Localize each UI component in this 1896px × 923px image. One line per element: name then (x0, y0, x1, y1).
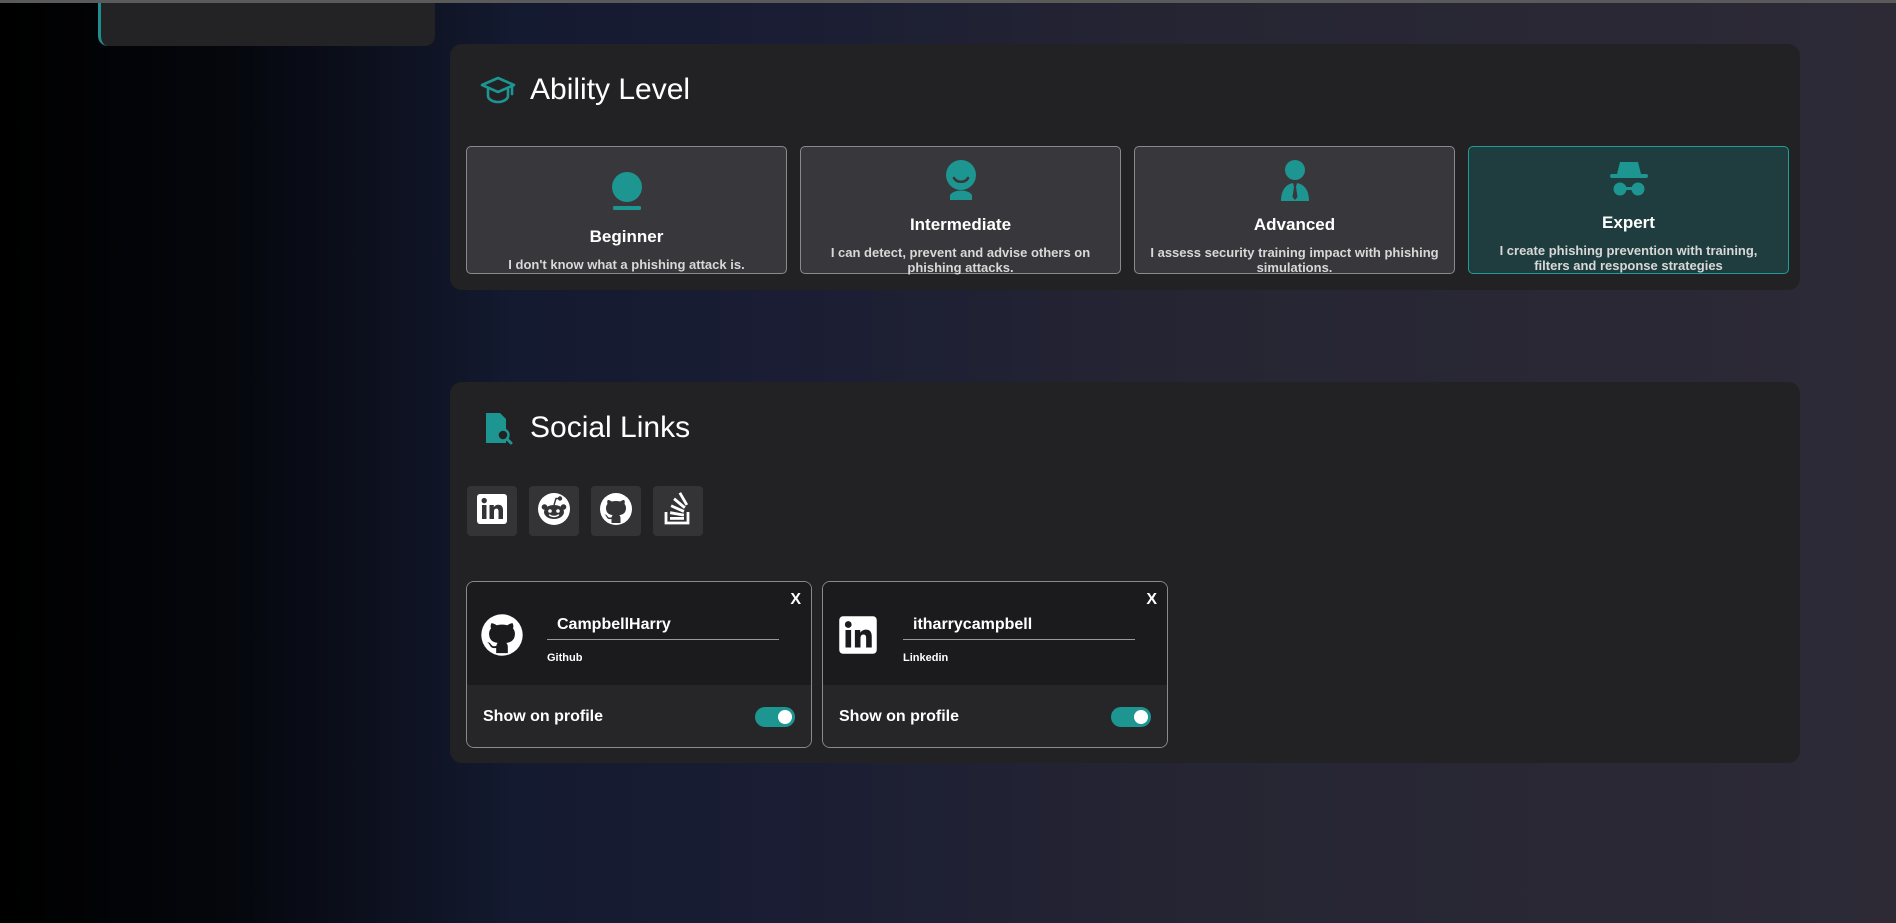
document-search-icon (480, 410, 516, 446)
show-on-profile-row: Show on profile (467, 685, 811, 747)
social-link-card-linkedin: X Linkedin Show on profile (822, 581, 1168, 748)
social-link-card-body: X Github (467, 582, 811, 685)
toggle-knob (1134, 710, 1148, 724)
show-on-profile-row: Show on profile (823, 685, 1167, 747)
user-tie-icon (1278, 159, 1312, 201)
spy-incognito-icon (1608, 159, 1650, 199)
toggle-knob (778, 710, 792, 724)
smiling-user-icon (944, 159, 978, 201)
add-reddit-button[interactable] (529, 486, 579, 536)
remove-link-button[interactable]: X (1146, 591, 1157, 609)
social-link-card-body: X Linkedin (823, 582, 1167, 685)
level-name: Beginner (589, 227, 664, 246)
level-name: Advanced (1253, 215, 1336, 234)
linkedin-icon (835, 612, 881, 658)
remove-link-button[interactable]: X (790, 591, 801, 609)
user-circle-icon (611, 159, 643, 211)
social-link-card-github: X Github Show on profile (466, 581, 812, 748)
ability-level-title: Ability Level (530, 73, 691, 106)
reddit-icon (537, 492, 571, 531)
github-icon (479, 612, 525, 658)
linkedin-icon (476, 493, 508, 530)
social-links-panel: Social Links X CampbellHarry Github Show… (450, 382, 1800, 763)
github-icon (599, 492, 633, 531)
social-links-header: Social Links (480, 410, 690, 446)
add-github-button[interactable] (591, 486, 641, 536)
social-links-title: Social Links (530, 411, 691, 444)
social-handle-input[interactable] (547, 610, 779, 640)
add-stackoverflow-button[interactable] (653, 486, 703, 536)
level-name: Expert (1602, 213, 1655, 232)
level-description: I can detect, prevent and advise others … (830, 245, 1091, 275)
level-option-advanced[interactable]: Advanced I assess security training impa… (1134, 146, 1455, 275)
add-linkedin-button[interactable] (467, 486, 517, 536)
ability-level-panel: Ability Level Beginner I don't know what… (450, 44, 1800, 290)
previous-section-card (98, 3, 435, 46)
graduation-cap-icon (480, 72, 516, 108)
show-on-profile-toggle[interactable] (1111, 707, 1151, 727)
level-description: I create phishing prevention with traini… (1499, 243, 1758, 273)
show-on-profile-label: Show on profile (839, 708, 959, 725)
stackoverflow-icon (662, 491, 694, 531)
level-description: I assess security training impact with p… (1150, 245, 1439, 275)
platform-label: Linkedin (903, 652, 949, 664)
ability-level-header: Ability Level (480, 72, 690, 108)
level-description: I don't know what a phishing attack is. (508, 257, 745, 272)
platform-label: Github (547, 652, 583, 664)
show-on-profile-toggle[interactable] (755, 707, 795, 727)
ability-level-options: Beginner I don't know what a phishing at… (466, 146, 1789, 275)
show-on-profile-label: Show on profile (483, 708, 603, 725)
level-option-intermediate[interactable]: Intermediate I can detect, prevent and a… (800, 146, 1121, 275)
social-link-cards: X Github Show on profile (466, 581, 1168, 748)
social-platform-buttons (467, 486, 703, 536)
social-handle-input[interactable] (903, 610, 1135, 640)
level-option-expert[interactable]: Expert I create phishing prevention with… (1468, 146, 1789, 274)
level-option-beginner[interactable]: Beginner I don't know what a phishing at… (466, 146, 787, 274)
level-name: Intermediate (909, 215, 1012, 234)
